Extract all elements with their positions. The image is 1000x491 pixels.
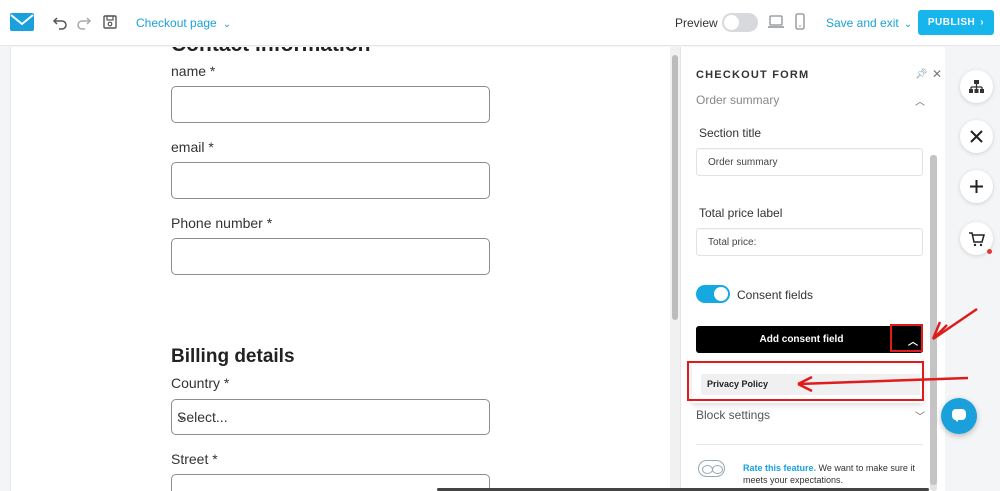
add-button[interactable] <box>960 170 993 203</box>
block-settings-label[interactable]: Block settings <box>696 408 770 422</box>
chevron-down-icon: ⌄ <box>222 19 232 30</box>
section-title-label: Section title <box>699 126 762 140</box>
field-label-email: email * <box>171 139 214 155</box>
mobile-icon[interactable] <box>795 13 805 30</box>
annotation-box-caret <box>890 324 923 352</box>
total-price-label: Total price label <box>699 206 783 220</box>
contact-section-title: Contact information <box>171 47 371 57</box>
total-price-input[interactable]: Total price: <box>696 228 923 256</box>
field-label-street: Street * <box>171 451 218 467</box>
pin-icon[interactable]: 📌︎ <box>915 69 928 80</box>
plus-icon <box>970 180 983 193</box>
close-icon <box>970 130 983 143</box>
canvas-scrollbar[interactable] <box>670 47 680 491</box>
cart-notification-dot <box>987 249 992 254</box>
redo-icon[interactable] <box>76 14 92 30</box>
field-label-phone: Phone number * <box>171 215 273 231</box>
divider <box>696 444 923 445</box>
rate-feature-link[interactable]: Rate this feature. <box>743 463 816 473</box>
chevron-up-icon[interactable]: ︿ <box>915 93 925 108</box>
name-field[interactable] <box>171 86 490 123</box>
page-canvas: Contact information name * email * Phone… <box>10 47 670 491</box>
feedback-icon[interactable] <box>698 460 725 477</box>
annotation-box-dropdown <box>687 361 924 401</box>
phone-field[interactable] <box>171 238 490 275</box>
chevron-down-icon: ⌄ <box>177 409 188 423</box>
total-price-value: Total price: <box>708 237 757 248</box>
save-and-exit-button[interactable]: Save and exit ⌄ <box>826 16 912 30</box>
page-selector-label: Checkout page <box>136 16 217 30</box>
panel-subtitle: Order summary <box>696 93 780 107</box>
publish-label: PUBLISH <box>927 17 976 28</box>
top-toolbar: Checkout page ⌄ Preview Save and exit ⌄ PU… <box>0 0 1000 46</box>
consent-fields-label: Consent fields <box>737 288 814 302</box>
close-button[interactable] <box>960 120 993 153</box>
structure-button[interactable] <box>960 70 993 103</box>
panel-scroll-thumb[interactable] <box>930 155 937 485</box>
close-icon[interactable]: ✕ <box>932 67 942 81</box>
add-consent-field-button[interactable]: Add consent field ︿ <box>696 326 923 353</box>
consent-fields-toggle[interactable] <box>696 285 730 303</box>
preview-toggle[interactable] <box>722 13 758 32</box>
chat-icon[interactable] <box>941 398 977 434</box>
chevron-down-icon[interactable]: ﹀ <box>915 408 925 423</box>
field-label-country: Country * <box>171 375 230 391</box>
page-selector[interactable]: Checkout page ⌄ <box>136 16 231 30</box>
add-consent-field-label: Add consent field <box>759 334 844 345</box>
preview-label: Preview <box>675 16 718 30</box>
section-title-input[interactable]: Order summary <box>696 148 923 176</box>
panel-scrollbar[interactable] <box>930 155 937 491</box>
publish-button[interactable]: PUBLISH › <box>918 10 994 35</box>
sitemap-icon <box>969 80 984 93</box>
desktop-icon[interactable] <box>768 15 784 29</box>
envelope-icon[interactable] <box>10 13 34 31</box>
canvas-scroll-thumb[interactable] <box>672 55 678 320</box>
rate-feature-text: Rate this feature. We want to make sure … <box>743 462 921 486</box>
panel-title: CHECKOUT FORM <box>696 69 810 81</box>
country-select[interactable]: Select... ⌄ <box>171 399 490 435</box>
field-label-name: name * <box>171 63 216 79</box>
undo-icon[interactable] <box>52 14 68 30</box>
chevron-down-icon: ⌄ <box>903 19 913 30</box>
save-icon[interactable] <box>102 14 118 30</box>
email-field[interactable] <box>171 162 490 199</box>
section-title-value: Order summary <box>708 157 778 168</box>
chevron-right-icon: › <box>980 17 985 28</box>
left-edge <box>0 47 10 491</box>
save-and-exit-label: Save and exit <box>826 16 899 30</box>
checkout-form-panel: CHECKOUT FORM 📌︎ ✕ Order summary ︿ Secti… <box>680 47 945 491</box>
billing-section-title: Billing details <box>171 346 295 367</box>
